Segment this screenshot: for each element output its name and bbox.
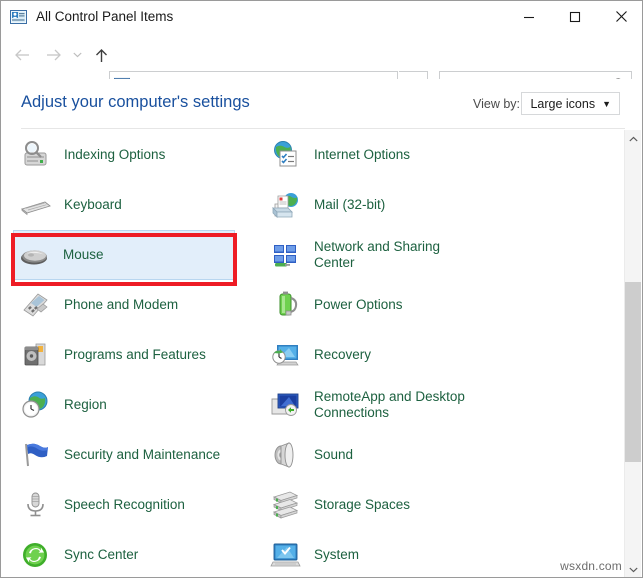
item-storage-spaces[interactable]: Storage Spaces: [265, 480, 515, 530]
header-divider: [21, 128, 625, 129]
item-label: Keyboard: [64, 197, 122, 213]
view-by-label: View by:: [473, 97, 520, 111]
scrollbar-thumb[interactable]: [625, 282, 641, 462]
item-label: Storage Spaces: [314, 497, 410, 513]
item-mouse[interactable]: Mouse: [13, 230, 235, 280]
region-icon: [19, 389, 52, 421]
window-title: All Control Panel Items: [36, 9, 173, 24]
item-speech-recognition[interactable]: Speech Recognition: [15, 480, 265, 530]
items-column-right: Internet Options: [265, 130, 515, 578]
item-label: Speech Recognition: [64, 497, 185, 513]
view-by-select[interactable]: Large icons ▼: [521, 92, 620, 115]
item-security-and-maintenance[interactable]: Security and Maintenance: [15, 430, 265, 480]
item-label: Network and Sharing Center: [314, 239, 440, 271]
item-internet-options[interactable]: Internet Options: [265, 130, 515, 180]
item-label: Internet Options: [314, 147, 410, 163]
item-network-and-sharing-center[interactable]: Network and Sharing Center: [265, 230, 515, 280]
sync-center-icon: [19, 539, 52, 571]
item-label: Power Options: [314, 297, 403, 313]
scroll-down-button[interactable]: [625, 561, 641, 578]
recent-locations-button[interactable]: [69, 40, 86, 70]
back-button[interactable]: [7, 40, 37, 70]
speech-recognition-icon: [19, 489, 52, 521]
close-button[interactable]: [598, 1, 643, 32]
item-phone-and-modem[interactable]: Phone and Modem: [15, 280, 265, 330]
item-power-options[interactable]: Power Options: [265, 280, 515, 330]
minimize-button[interactable]: [506, 1, 552, 32]
item-system[interactable]: System: [265, 530, 515, 578]
network-and-sharing-center-icon: [269, 239, 302, 271]
keyboard-icon: [19, 189, 52, 221]
remoteapp-and-desktop-connections-icon: [269, 389, 302, 421]
items-column-left: Indexing Options Keyboard: [15, 130, 265, 578]
mail-icon: [269, 189, 302, 221]
item-label: Mail (32-bit): [314, 197, 385, 213]
items-area: Indexing Options Keyboard: [1, 130, 625, 578]
item-label: System: [314, 547, 359, 563]
item-label: Sync Center: [64, 547, 138, 563]
control-panel-window: All Control Panel Items: [0, 0, 643, 578]
control-panel-icon: [10, 9, 27, 25]
phone-and-modem-icon: [19, 289, 52, 321]
sound-icon: [269, 439, 302, 471]
security-and-maintenance-icon: [19, 439, 52, 471]
system-icon: [269, 539, 302, 571]
item-keyboard[interactable]: Keyboard: [15, 180, 265, 230]
view-by-value: Large icons: [530, 97, 595, 111]
mouse-icon: [18, 239, 51, 271]
item-label: Recovery: [314, 347, 371, 363]
item-label: Phone and Modem: [64, 297, 178, 313]
scroll-up-button[interactable]: [625, 130, 641, 147]
item-programs-and-features[interactable]: Programs and Features: [15, 330, 265, 380]
item-mail[interactable]: Mail (32-bit): [265, 180, 515, 230]
item-label: Sound: [314, 447, 353, 463]
content-header: Adjust your computer's settings View by:…: [1, 79, 643, 129]
item-label: Mouse: [63, 247, 104, 263]
page-title: Adjust your computer's settings: [21, 93, 250, 112]
item-sound[interactable]: Sound: [265, 430, 515, 480]
item-region[interactable]: Region: [15, 380, 265, 430]
item-indexing-options[interactable]: Indexing Options: [15, 130, 265, 180]
item-label: Region: [64, 397, 107, 413]
power-options-icon: [269, 289, 302, 321]
title-bar: All Control Panel Items: [1, 1, 643, 32]
indexing-options-icon: [19, 139, 52, 171]
navigation-bar: › Cont... › All Control Panel I... › ↻: [1, 32, 643, 79]
up-button[interactable]: [87, 40, 115, 70]
item-label: Programs and Features: [64, 347, 206, 363]
maximize-button[interactable]: [552, 1, 598, 32]
programs-and-features-icon: [19, 339, 52, 371]
item-label: Security and Maintenance: [64, 447, 220, 463]
item-remoteapp-and-desktop-connections[interactable]: RemoteApp and Desktop Connections: [265, 380, 515, 430]
chevron-down-icon: ▼: [602, 99, 611, 109]
internet-options-icon: [269, 139, 302, 171]
item-sync-center[interactable]: Sync Center: [15, 530, 265, 578]
recovery-icon: [269, 339, 302, 371]
item-label: RemoteApp and Desktop Connections: [314, 389, 465, 421]
item-recovery[interactable]: Recovery: [265, 330, 515, 380]
storage-spaces-icon: [269, 489, 302, 521]
item-label: Indexing Options: [64, 147, 165, 163]
forward-button[interactable]: [39, 40, 69, 70]
watermark: wsxdn.com: [560, 559, 622, 573]
vertical-scrollbar[interactable]: [624, 130, 641, 578]
